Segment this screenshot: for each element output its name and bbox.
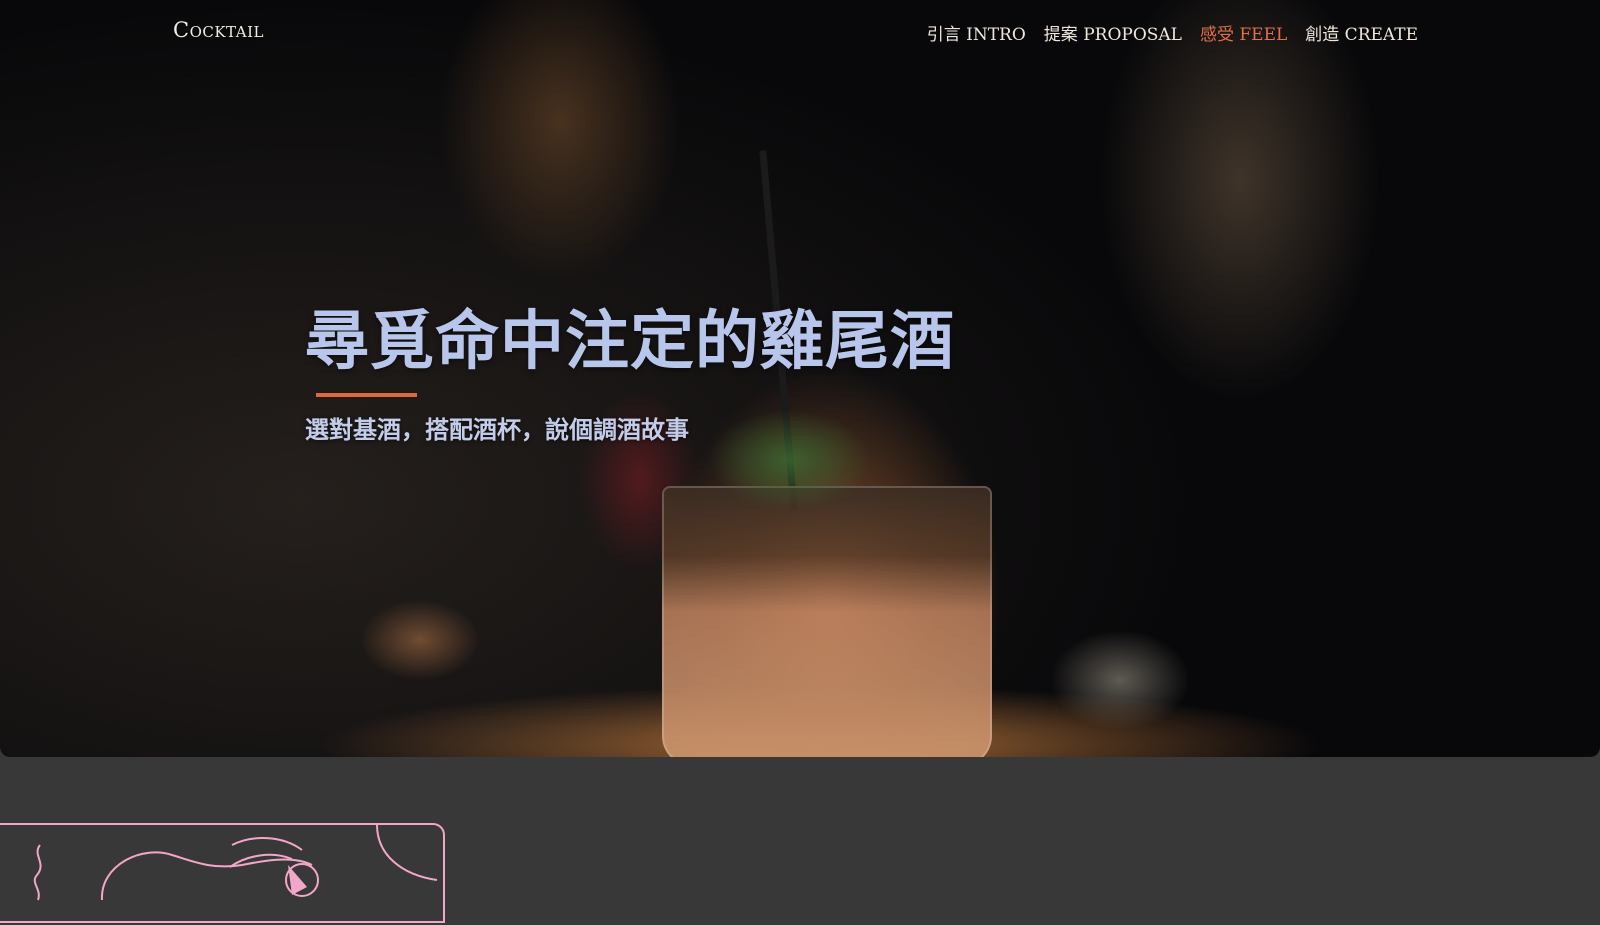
title-divider bbox=[316, 393, 417, 397]
nav-item-proposal[interactable]: 提案 PROPOSAL bbox=[1044, 20, 1182, 45]
nav-item-create[interactable]: 創造 CREATE bbox=[1305, 20, 1418, 45]
nav-menu: 引言 INTRO 提案 PROPOSAL 感受 FEEL 創造 CREATE bbox=[927, 20, 1418, 45]
hero-subtitle: 選對基酒，搭配酒杯，說個調酒故事 bbox=[305, 415, 689, 444]
cocktail-glass-image bbox=[662, 486, 992, 757]
nav-item-intro[interactable]: 引言 INTRO bbox=[927, 20, 1026, 45]
top-navigation: Cocktail 引言 INTRO 提案 PROPOSAL 感受 FEEL 創造… bbox=[0, 18, 1600, 45]
illustration-card bbox=[0, 823, 445, 923]
brand-logo[interactable]: Cocktail bbox=[173, 18, 264, 42]
garnish-image bbox=[700, 400, 880, 510]
hand-drawn-illustration bbox=[33, 825, 438, 901]
hero-title: 尋覓命中注定的雞尾酒 bbox=[305, 304, 955, 379]
hero-banner: Cocktail 引言 INTRO 提案 PROPOSAL 感受 FEEL 創造… bbox=[0, 0, 1600, 757]
nav-item-feel[interactable]: 感受 FEEL bbox=[1200, 20, 1287, 45]
